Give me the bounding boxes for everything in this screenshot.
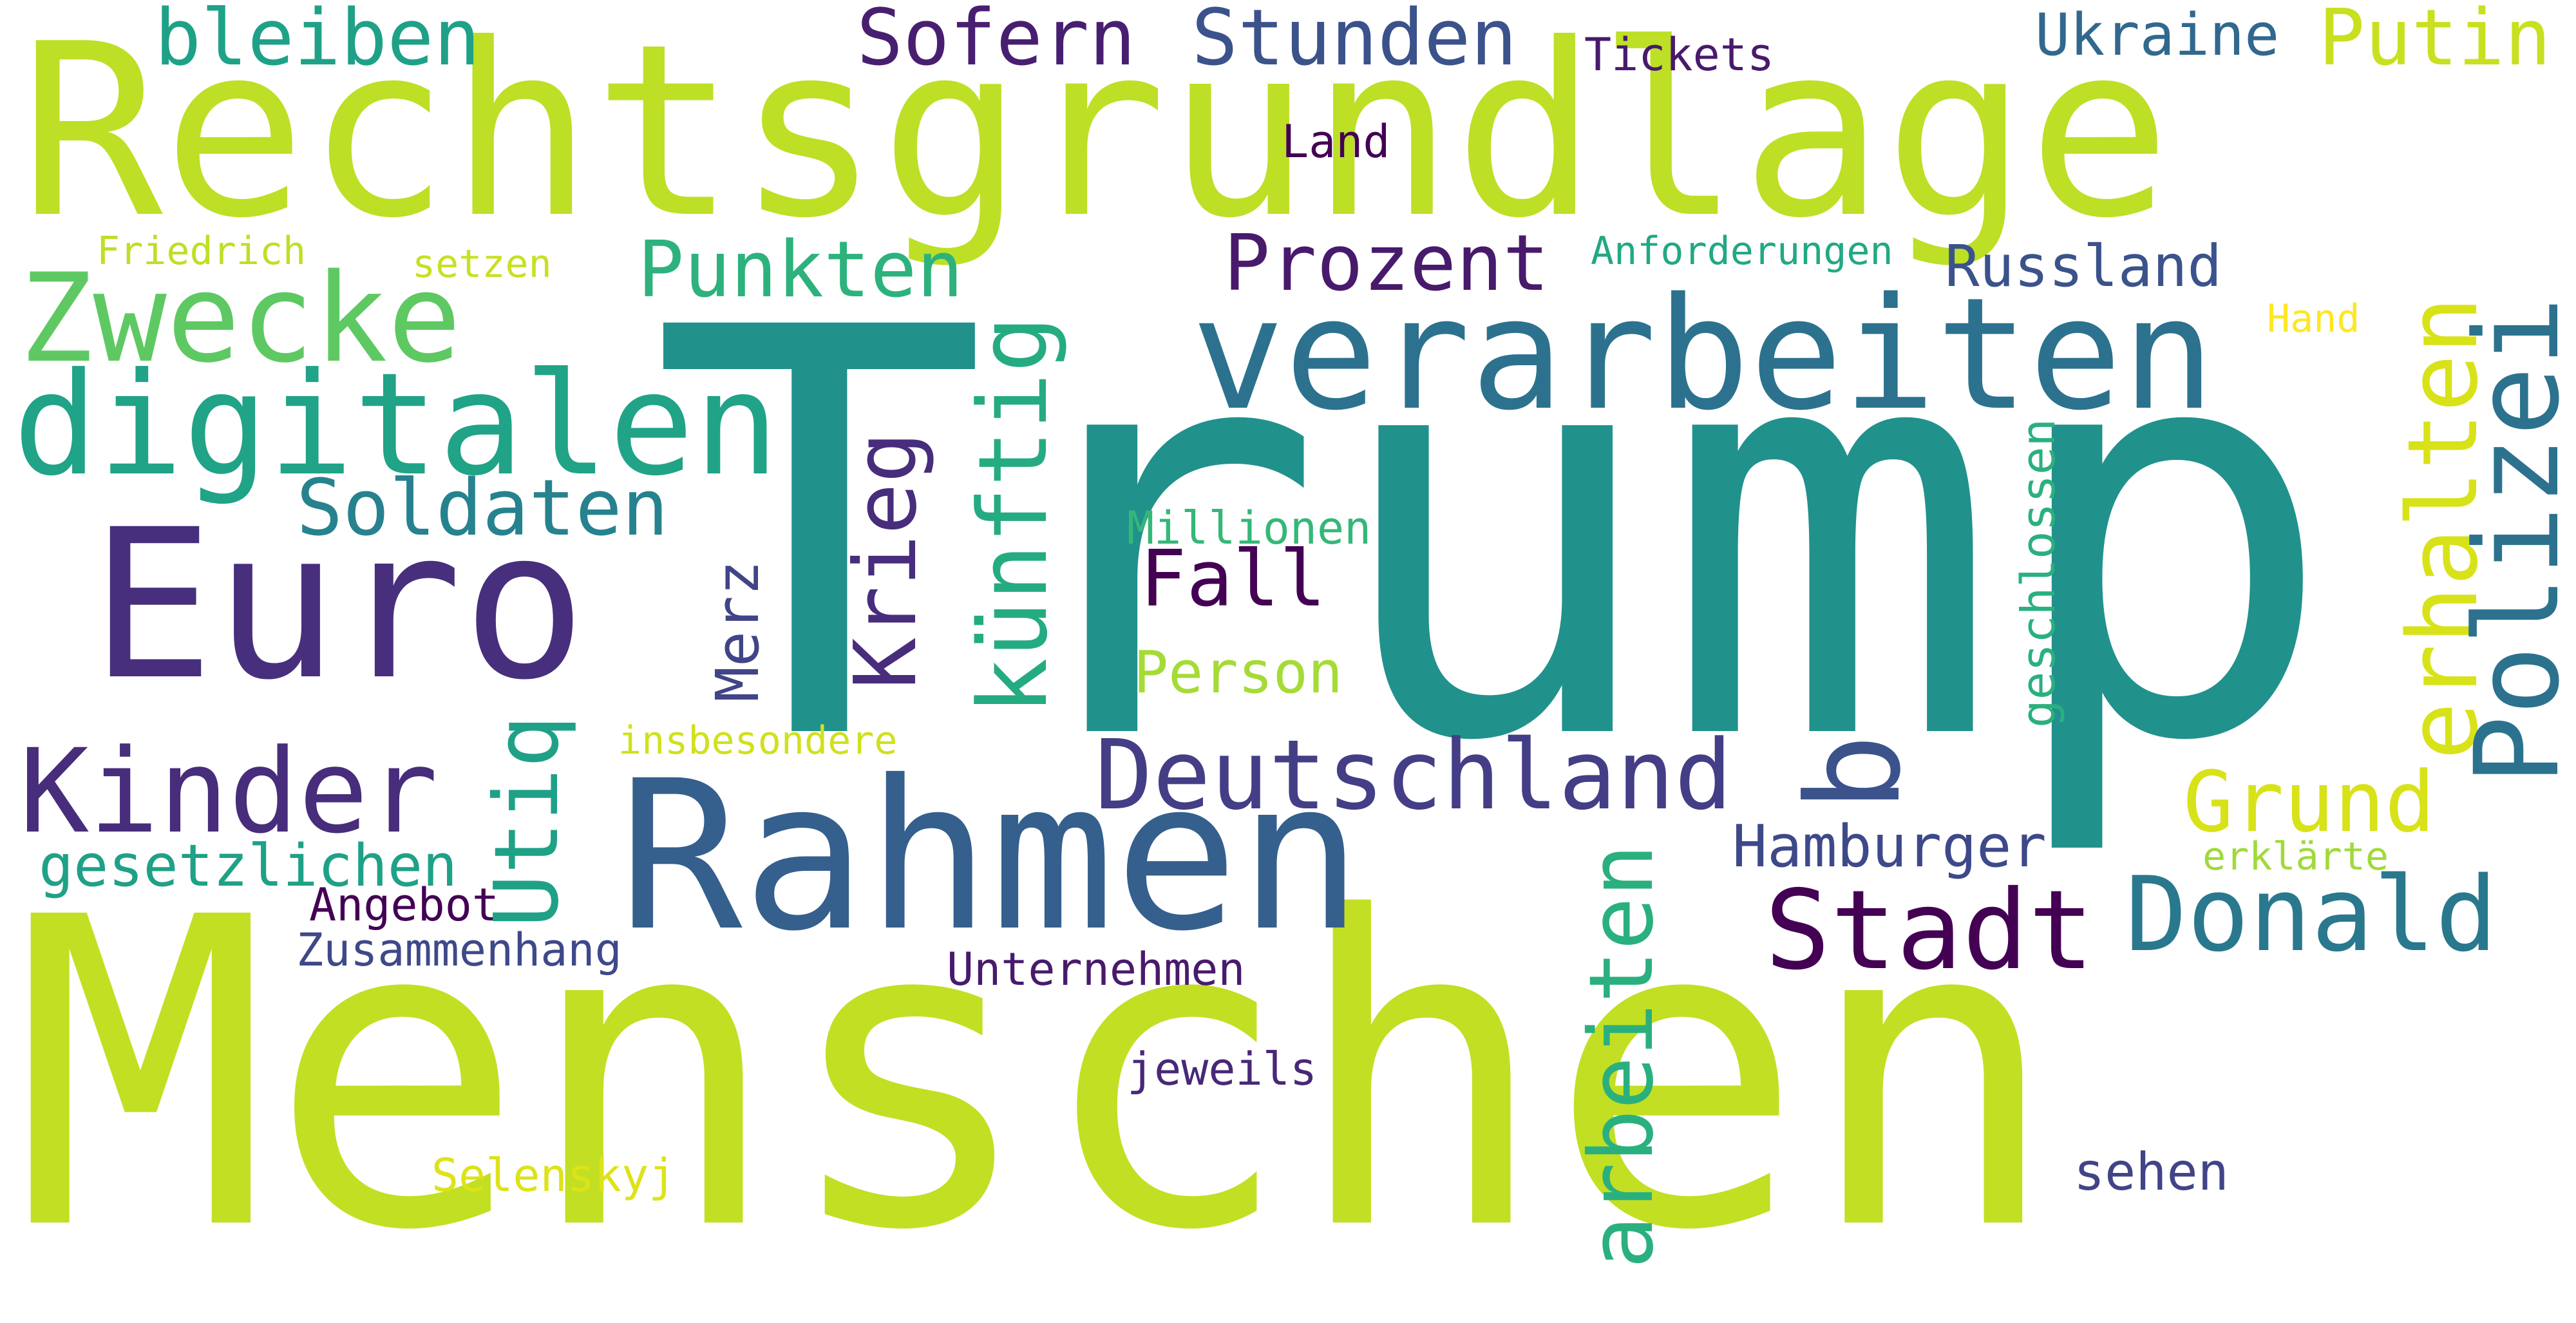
- word-hand: Hand: [2267, 296, 2360, 341]
- word-stadt: Stadt: [1765, 867, 2094, 995]
- word-anforderungen: Anforderungen: [1591, 229, 1893, 274]
- word-land: Land: [1282, 115, 1390, 168]
- word-utiq: Utiq: [476, 715, 578, 928]
- word-polizei: Polizei: [2450, 296, 2576, 785]
- word-russland: Russland: [1945, 233, 2222, 300]
- word-angebot: Angebot: [309, 879, 500, 931]
- word-merz: Merz: [703, 560, 772, 703]
- word-cloud: Rechtsgrundlage Trump Menschen Euro Rahm…: [0, 0, 2576, 1288]
- word-soldaten: Soldaten: [296, 464, 668, 553]
- word-setzen: setzen: [412, 242, 552, 287]
- word-friedrich: Friedrich: [97, 229, 307, 274]
- word-bleiben: bleiben: [155, 0, 480, 83]
- word-ukraine: Ukraine: [2035, 1, 2280, 69]
- word-arbeiten: arbeiten: [1571, 844, 1673, 1269]
- word-geschlossen: geschlossen: [2012, 419, 2066, 728]
- word-kuenftig: künftig: [958, 316, 1068, 715]
- word-unternehmen: Unternehmen: [947, 943, 1245, 996]
- word-punkten: Punkten: [638, 225, 963, 315]
- word-stunden: Stunden: [1191, 0, 1517, 83]
- word-grund: Grund: [2183, 753, 2436, 851]
- word-erklaerte: erklärte: [2202, 834, 2389, 879]
- word-millionen: Millionen: [1127, 502, 1372, 555]
- word-deutschland: Deutschland: [1095, 719, 1733, 832]
- word-person: Person: [1133, 639, 1343, 707]
- word-krieg: Krieg: [837, 432, 936, 689]
- word-zusammenhang: Zusammenhang: [296, 924, 622, 976]
- word-putin: Putin: [2318, 0, 2552, 83]
- word-prozent: Prozent: [1224, 219, 1549, 309]
- word-sehen: sehen: [2074, 1142, 2229, 1202]
- word-sofern: Sofern: [857, 0, 1136, 83]
- word-selenskyj: Selenskyj: [431, 1149, 676, 1202]
- word-insbesondere: insbesondere: [618, 718, 898, 763]
- word-zwecke: Zwecke: [19, 247, 462, 390]
- word-b: b: [1779, 734, 1929, 812]
- word-tickets: Tickets: [1584, 28, 1775, 81]
- word-hamburger: Hamburger: [1732, 813, 2047, 880]
- word-jeweils: jeweils: [1127, 1043, 1318, 1096]
